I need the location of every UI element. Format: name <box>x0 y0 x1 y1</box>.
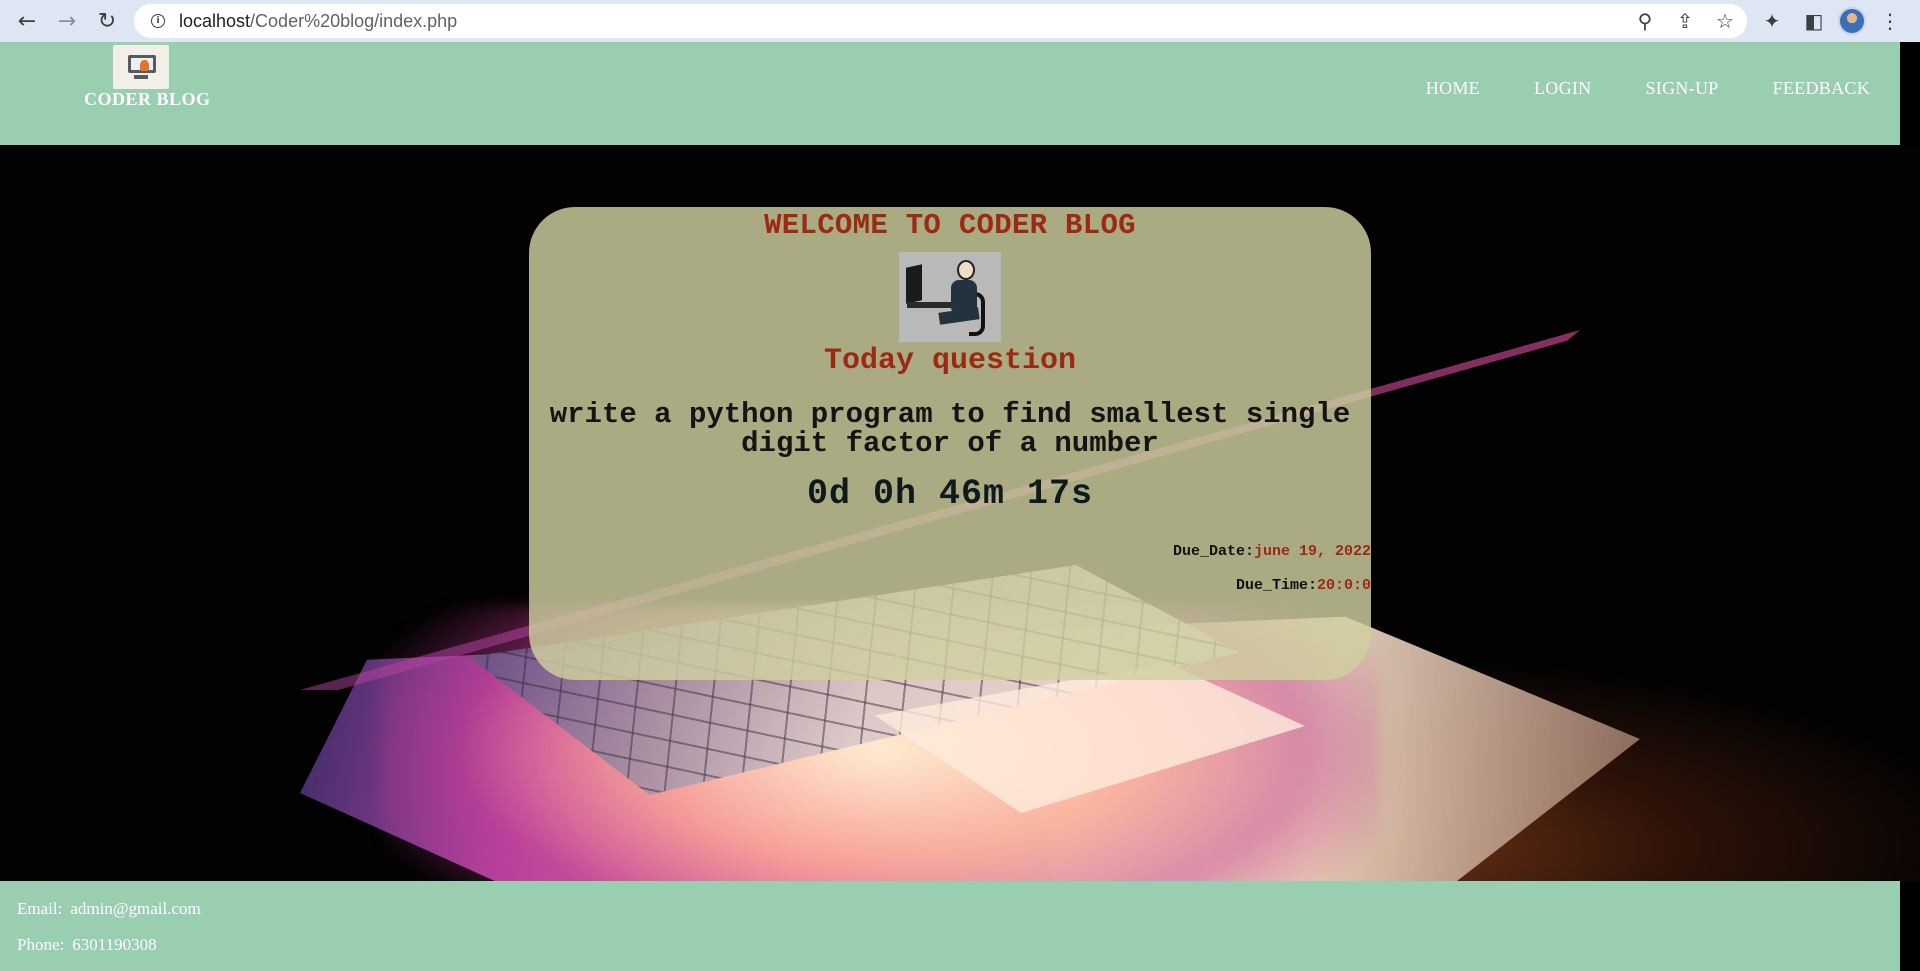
phone-value: 6301190308 <box>72 935 157 954</box>
question-card: WELCOME TO CODER BLOG Today question wri… <box>529 207 1371 680</box>
due-time-label: Due_Time: <box>1235 577 1317 594</box>
nav-home-link[interactable]: HOME <box>1426 78 1480 99</box>
nav-login-link[interactable]: LOGIN <box>1534 78 1592 99</box>
reload-icon[interactable]: ↻ <box>87 1 127 41</box>
countdown-timer: 0d 0h 46m 17s <box>806 474 1094 514</box>
extensions-puzzle-icon[interactable]: ✦ <box>1754 5 1790 37</box>
share-icon[interactable]: ⇪ <box>1669 5 1701 37</box>
brand-name[interactable]: CODER BLOG <box>84 89 211 110</box>
url-path: /Coder%20blog/index.php <box>250 10 458 31</box>
due-date-label: Due_Date: <box>1172 543 1254 560</box>
due-date-value: june 19, 2022 <box>1253 543 1371 560</box>
email-label: Email: <box>17 899 63 918</box>
due-date: Due_Date:june 19, 2022 <box>1173 543 1371 560</box>
side-panel-icon[interactable]: ◧ <box>1796 5 1832 37</box>
nav-feedback-link[interactable]: FEEDBACK <box>1773 78 1870 99</box>
welcome-heading: WELCOME TO CODER BLOG <box>764 209 1136 242</box>
due-time: Due_Time:20:0:0 <box>1236 577 1371 594</box>
due-time-value: 20:0:0 <box>1316 577 1371 594</box>
site-footer: Email: admin@gmail.com Phone: 6301190308 <box>0 881 1900 971</box>
bookmark-star-icon[interactable]: ☆ <box>1709 5 1741 37</box>
footer-phone: Phone: 6301190308 <box>17 935 157 955</box>
profile-avatar[interactable] <box>1838 7 1866 35</box>
address-bar[interactable]: i localhost/Coder%20blog/index.php ⚲ ⇪ ☆ <box>134 4 1747 38</box>
email-value: admin@gmail.com <box>70 899 201 918</box>
phone-label: Phone: <box>17 935 65 954</box>
forward-arrow-icon[interactable]: → <box>47 1 87 41</box>
browser-toolbar: ← → ↻ i localhost/Coder%20blog/index.php… <box>0 0 1920 42</box>
nav-signup-link[interactable]: SIGN-UP <box>1645 78 1718 99</box>
coder-illustration <box>899 252 1001 342</box>
url-text[interactable]: localhost/Coder%20blog/index.php <box>179 11 457 32</box>
url-host: localhost <box>179 10 251 31</box>
site-logo[interactable] <box>113 45 169 89</box>
zoom-icon[interactable]: ⚲ <box>1629 5 1661 37</box>
back-arrow-icon[interactable]: ← <box>7 1 47 41</box>
question-text: write a python program to find smallest … <box>549 398 1351 460</box>
kebab-menu-icon[interactable]: ⋮ <box>1872 5 1908 37</box>
site-info-icon[interactable]: i <box>151 14 165 28</box>
site-header: CODER BLOG HOME LOGIN SIGN-UP FEEDBACK <box>0 42 1900 145</box>
today-question-title: Today question <box>823 344 1077 378</box>
main-nav: HOME LOGIN SIGN-UP FEEDBACK <box>1426 78 1870 99</box>
footer-email: Email: admin@gmail.com <box>17 899 201 919</box>
